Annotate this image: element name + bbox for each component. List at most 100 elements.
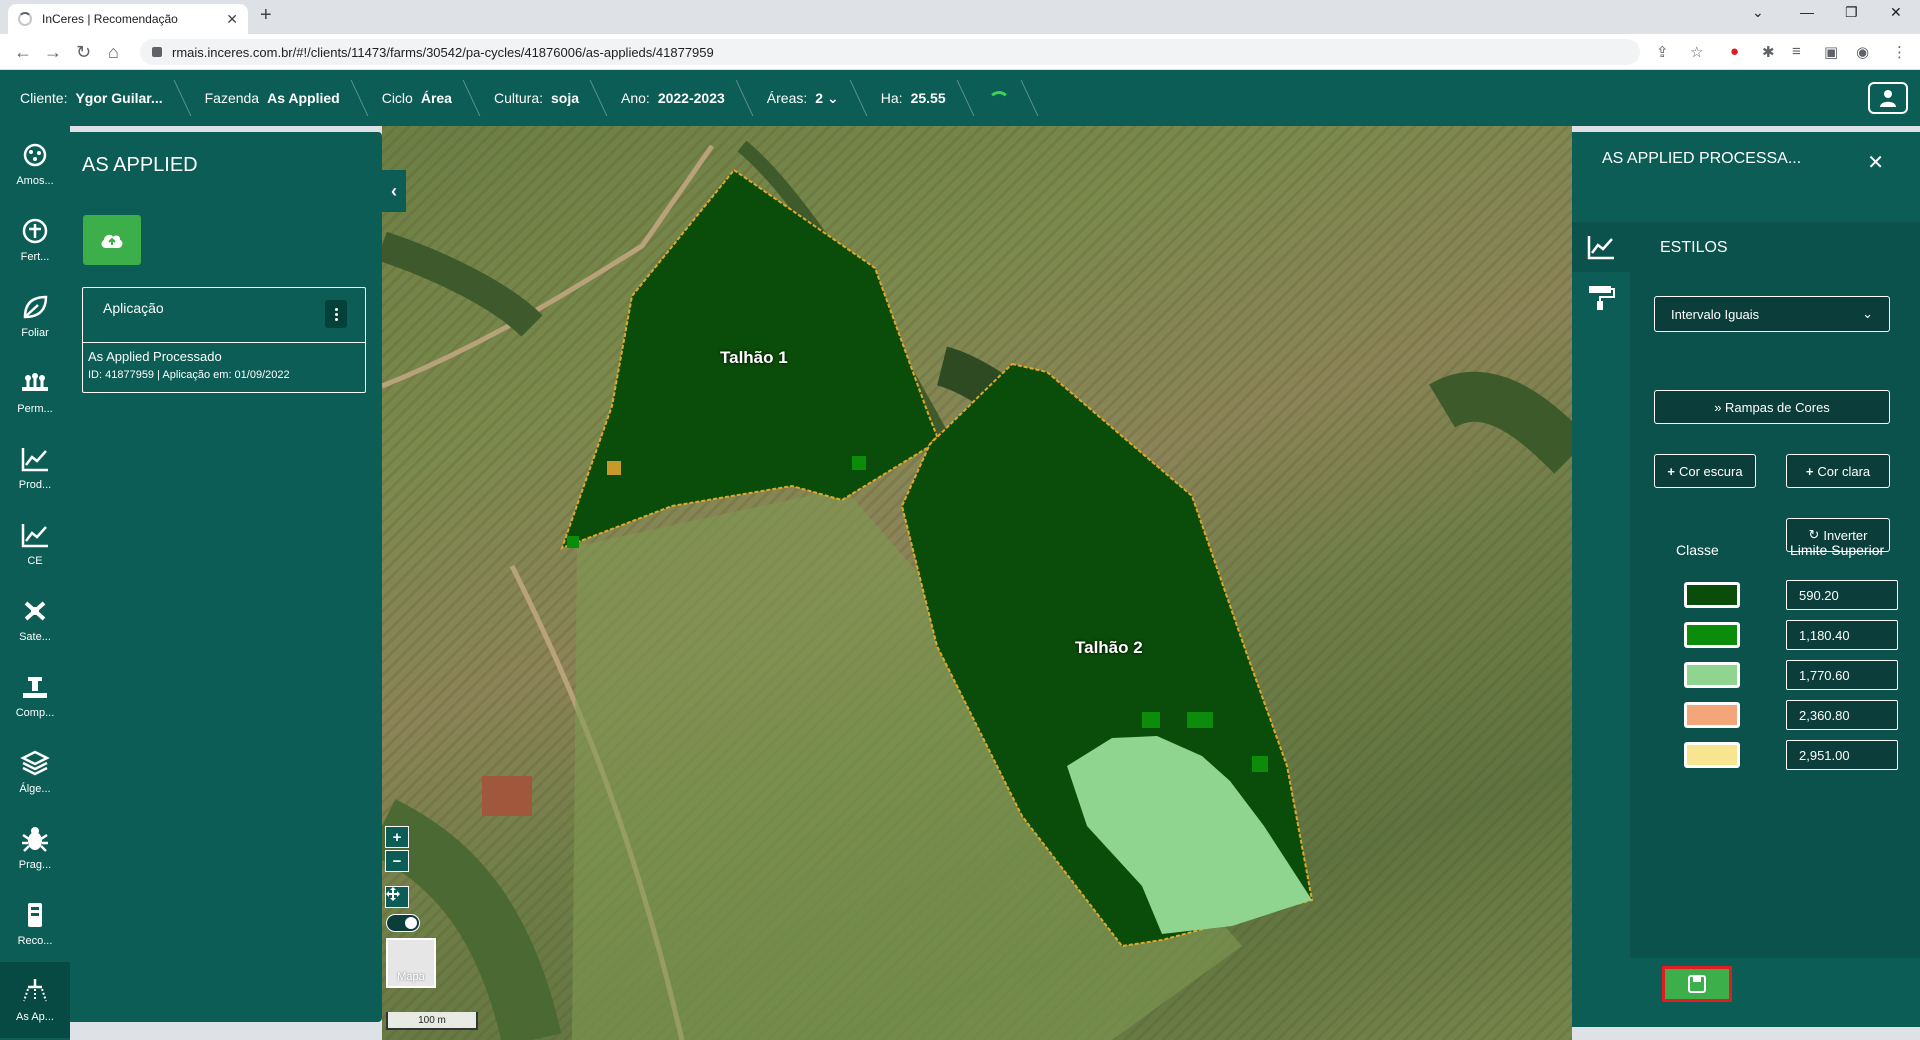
conductivity-chart-icon	[21, 524, 48, 548]
url-field[interactable]: rmais.inceres.com.br/#!/clients/11473/fa…	[140, 39, 1640, 65]
light-color-button[interactable]: + Cor clara	[1786, 454, 1890, 488]
crumb-cycle[interactable]: Ciclo Área	[362, 70, 474, 126]
map-layer	[382, 140, 1572, 1040]
bookmark-star-icon[interactable]: ☆	[1690, 43, 1703, 61]
zoom-out-button[interactable]: −	[385, 850, 409, 872]
minimize-icon[interactable]: —	[1800, 4, 1814, 20]
restore-icon[interactable]: ❐	[1845, 4, 1858, 21]
permanent-crop-icon	[22, 373, 48, 391]
close-tab-icon[interactable]: ✕	[226, 11, 238, 28]
upload-button[interactable]	[83, 215, 141, 265]
compaction-icon	[23, 677, 47, 698]
class-cell	[1252, 756, 1268, 772]
paint-roller-icon	[1589, 286, 1615, 310]
classification-select[interactable]: Intervalo Iguais ⌄	[1654, 296, 1890, 332]
zoom-in-button[interactable]: +	[385, 826, 409, 848]
home-icon[interactable]: ⌂	[108, 42, 119, 63]
rail-item-recommendation[interactable]: Reco...	[0, 886, 70, 962]
field-label-2: Talhão 2	[1075, 638, 1143, 657]
limit-input[interactable]: 1,770.60	[1786, 660, 1898, 690]
dark-color-button[interactable]: + Cor escura	[1654, 454, 1756, 488]
browser-tab[interactable]: InCeres | Recomendação ✕	[8, 4, 248, 34]
crumb-areas[interactable]: Áreas: 2 ⌄	[747, 70, 861, 126]
tab-search-icon[interactable]: ⌄	[1752, 4, 1764, 21]
rail-item-as-applied[interactable]: As Ap...	[0, 962, 70, 1038]
extensions-icon[interactable]: ✱	[1762, 43, 1775, 61]
section-title: ESTILOS	[1660, 239, 1728, 256]
context-breadcrumb-bar: Cliente: Ygor Guilar... Fazenda As Applied…	[0, 70, 1920, 126]
styles-panel-tabs	[1572, 222, 1630, 958]
layers-icon	[20, 750, 50, 776]
class-swatch[interactable]	[1684, 702, 1740, 728]
class-swatch[interactable]	[1684, 622, 1740, 648]
application-card[interactable]: Aplicação As Applied Processado ID: 4187…	[82, 287, 366, 393]
user-menu-button[interactable]	[1868, 82, 1908, 114]
pan-move-button[interactable]	[385, 886, 409, 908]
crumb-farm[interactable]: Fazenda As Applied	[185, 70, 362, 126]
reading-list-icon[interactable]: ≡	[1792, 43, 1801, 60]
close-panel-icon[interactable]: ✕	[1867, 150, 1884, 175]
save-button[interactable]	[1662, 966, 1732, 1002]
limit-input[interactable]: 2,951.00	[1786, 740, 1898, 770]
sampling-icon	[23, 143, 47, 167]
crumb-connection	[968, 70, 1032, 126]
field-label-1: Talhão 1	[720, 348, 788, 367]
side-panel-icon[interactable]: ▣	[1824, 43, 1838, 61]
module-rail: Amos... Fert... Foliar Perm... Prod... C…	[0, 126, 70, 1040]
bug-icon	[22, 827, 48, 852]
forest-patch	[382, 231, 543, 337]
move-icon	[386, 887, 400, 901]
crumb-crop[interactable]: Cultura: soja	[474, 70, 601, 126]
rail-item-fertilizer[interactable]: Fert...	[0, 202, 70, 278]
scale-bar: 100 m	[386, 1012, 478, 1030]
application-name: As Applied Processado	[88, 349, 222, 364]
collapse-panel-button[interactable]: ‹	[382, 170, 406, 212]
rail-item-compaction[interactable]: Comp...	[0, 658, 70, 734]
limit-input[interactable]: 1,180.40	[1786, 620, 1898, 650]
class-cell	[1142, 712, 1160, 728]
double-chevron-down-icon: »	[1714, 399, 1726, 415]
rail-item-algebra[interactable]: Álge...	[0, 734, 70, 810]
class-swatch[interactable]	[1684, 582, 1740, 608]
rail-item-satellite[interactable]: Sate...	[0, 582, 70, 658]
limit-input[interactable]: 590.20	[1786, 580, 1898, 610]
tab-styles[interactable]	[1572, 272, 1630, 322]
sprayer-icon	[23, 979, 47, 1002]
rail-item-foliar[interactable]: Foliar	[0, 278, 70, 354]
close-window-icon[interactable]: ✕	[1890, 4, 1902, 21]
layer-toggle[interactable]	[386, 914, 420, 932]
rail-item-permanent[interactable]: Perm...	[0, 354, 70, 430]
crumb-ha: Ha: 25.55	[861, 70, 968, 126]
profile-avatar-icon[interactable]: ◉	[1856, 43, 1869, 61]
card-body[interactable]: As Applied Processado ID: 41877959 | Apl…	[83, 343, 365, 387]
loading-icon	[18, 12, 32, 26]
crumb-client[interactable]: Cliente: Ygor Guilar...	[0, 70, 185, 126]
address-bar: ← → ↻ ⌂ rmais.inceres.com.br/#!/clients/…	[0, 34, 1920, 70]
map-canvas[interactable]: Talhão 1 Talhão 2 + − Mapa 100 m	[382, 126, 1572, 1040]
browser-menu-icon[interactable]: ⋮	[1892, 43, 1907, 61]
card-menu-button[interactable]	[325, 300, 347, 328]
wifi-icon	[987, 91, 1010, 105]
back-icon[interactable]: ←	[14, 42, 32, 63]
color-ramps-button[interactable]: » Rampas de Cores	[1654, 390, 1890, 424]
class-cell	[607, 461, 621, 475]
floppy-disk-icon	[1688, 975, 1706, 993]
column-header-class: Classe	[1676, 542, 1719, 558]
application-meta: ID: 41877959 | Aplicação em: 01/09/2022	[88, 369, 290, 381]
crumb-year[interactable]: Ano: 2022-2023	[601, 70, 747, 126]
new-tab-icon[interactable]: +	[260, 4, 272, 27]
opera-icon[interactable]: ●	[1730, 43, 1739, 60]
share-icon[interactable]: ⇪	[1656, 43, 1669, 61]
class-swatch[interactable]	[1684, 662, 1740, 688]
rail-item-pests[interactable]: Prag...	[0, 810, 70, 886]
forward-icon[interactable]: →	[44, 42, 62, 63]
tab-chart[interactable]	[1572, 222, 1630, 272]
limit-input[interactable]: 2,360.80	[1786, 700, 1898, 730]
styles-content: ESTILOS Intervalo Iguais ⌄ » Rampas de Co…	[1630, 222, 1920, 958]
rail-item-productivity[interactable]: Prod...	[0, 430, 70, 506]
rail-item-sampling[interactable]: Amos...	[0, 126, 70, 202]
rail-item-ce[interactable]: CE	[0, 506, 70, 582]
class-swatch[interactable]	[1684, 742, 1740, 768]
basemap-switcher[interactable]: Mapa	[386, 938, 436, 988]
reload-icon[interactable]: ↻	[76, 42, 91, 63]
